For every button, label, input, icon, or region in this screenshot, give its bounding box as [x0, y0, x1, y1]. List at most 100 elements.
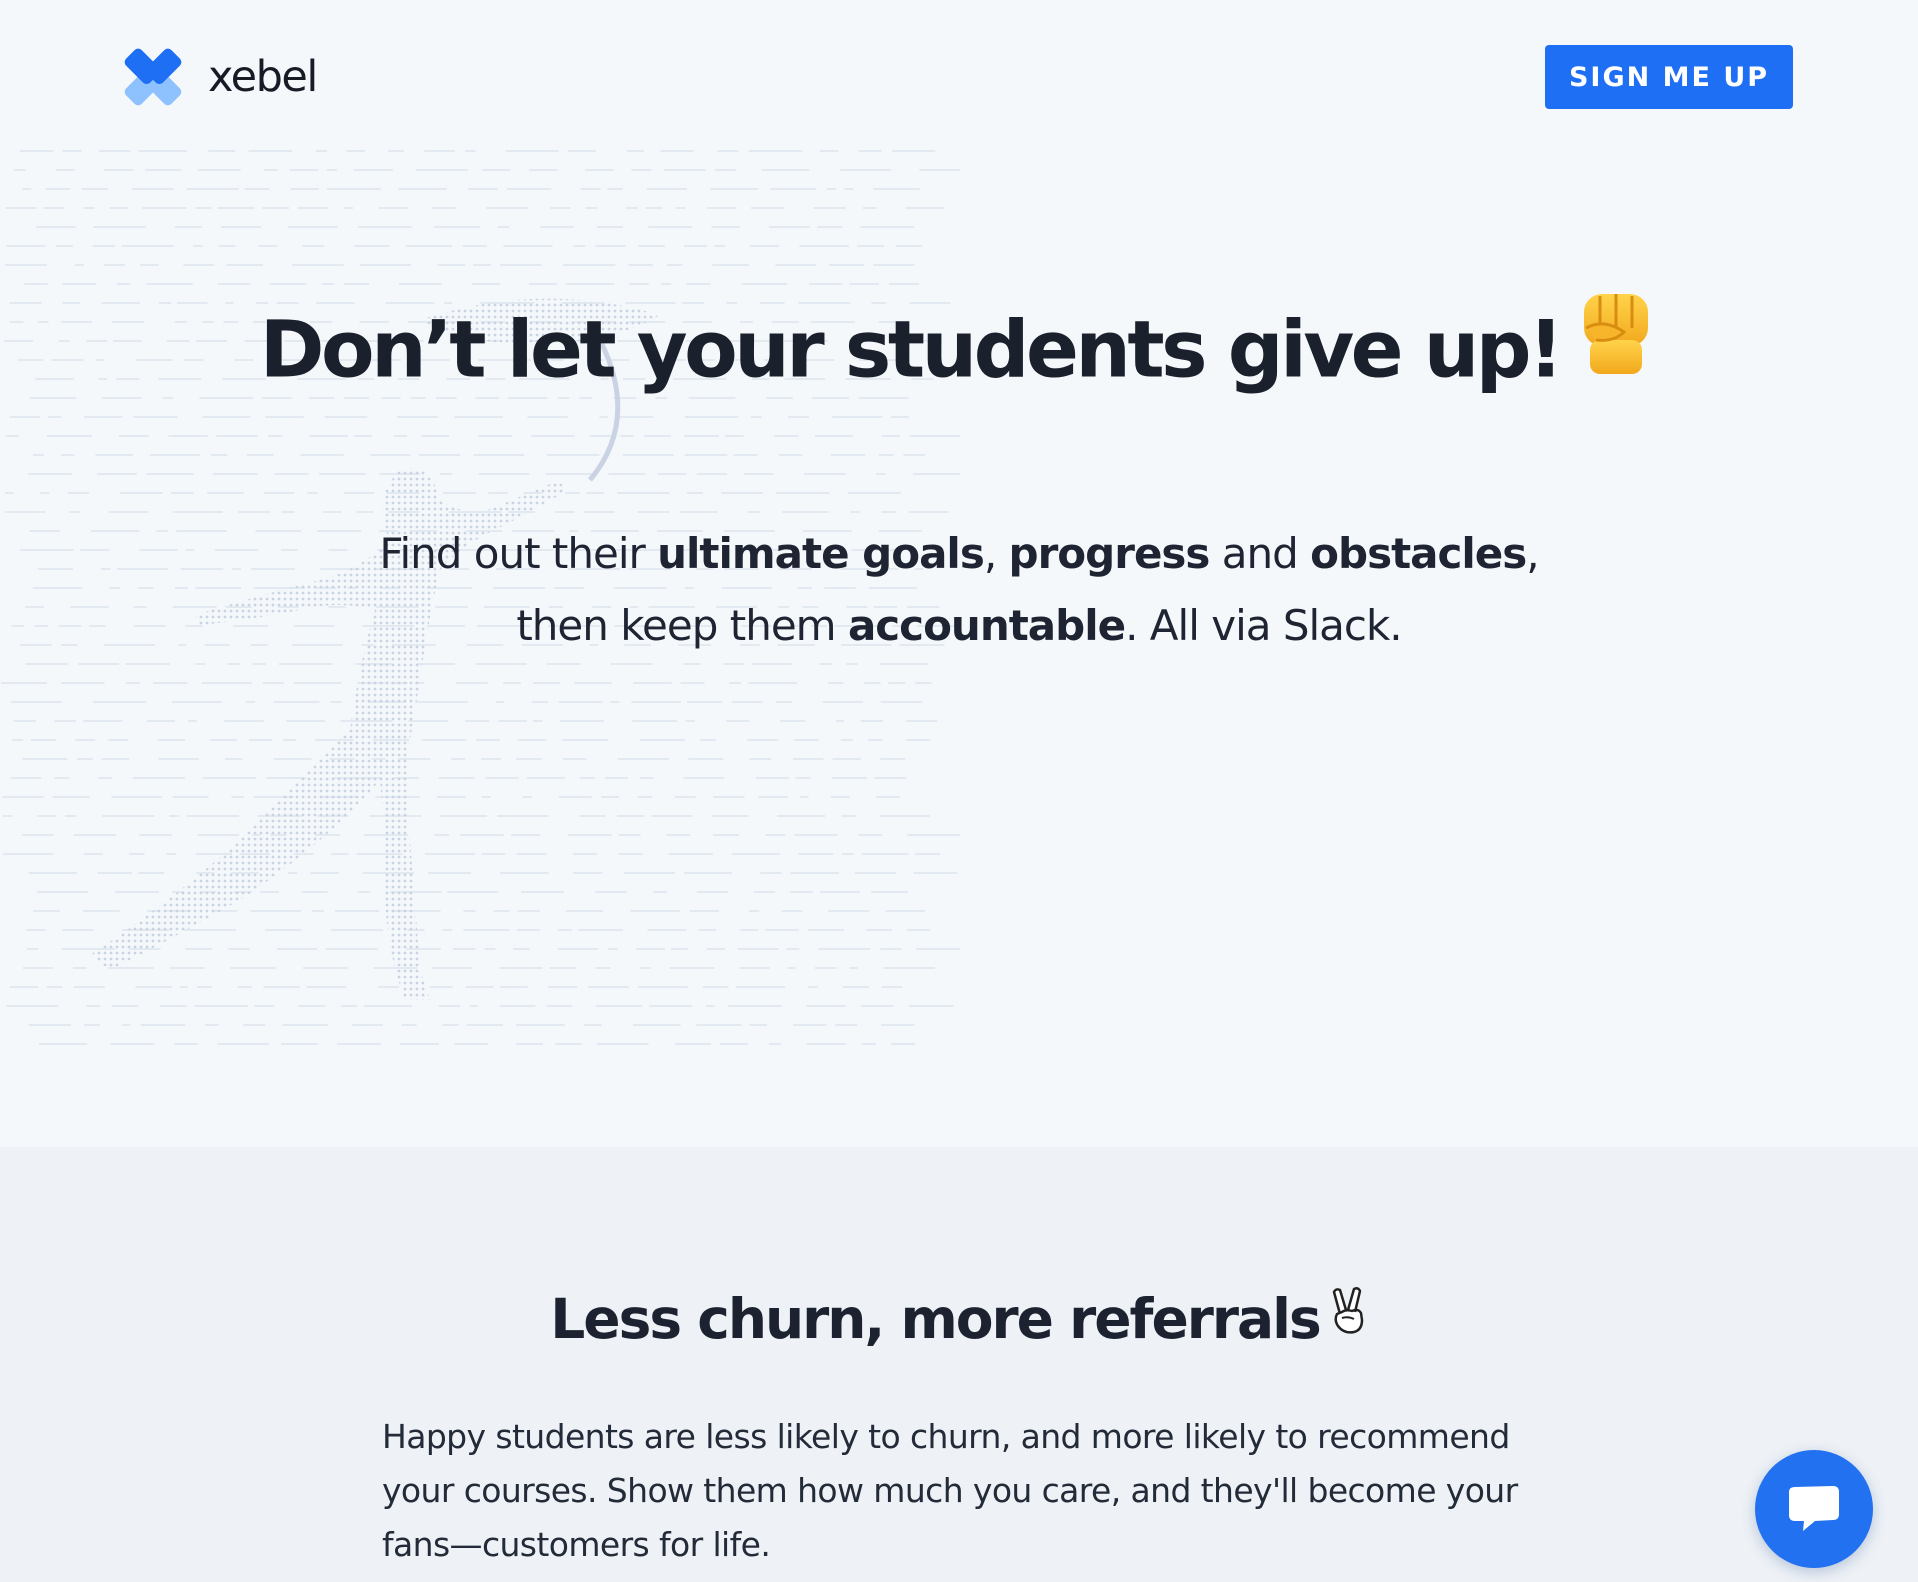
background-text-dash: [398, 188, 447, 190]
background-text-dash: [604, 777, 628, 779]
background-text-dash: [471, 283, 501, 285]
background-text-dash: [680, 511, 718, 513]
background-text-dash: [344, 207, 353, 209]
background-text-dash: [793, 1024, 826, 1026]
background-text-dash: [749, 758, 772, 760]
background-text-dash: [83, 853, 103, 855]
background-text-dash: [866, 929, 892, 931]
background-text-dash: [354, 245, 390, 247]
background-text-dash: [4, 511, 46, 513]
background-text-dash: [81, 188, 108, 190]
background-text-dash: [661, 283, 672, 285]
background-text-dash: [768, 1043, 782, 1045]
background-text-dash: [269, 283, 306, 285]
background-text-dash: [184, 929, 236, 931]
background-text-dash: [723, 663, 744, 665]
background-text-dash: [608, 473, 646, 475]
background-text-dash: [102, 815, 155, 817]
background-text-dash: [915, 682, 932, 684]
background-text-dash: [580, 188, 601, 190]
background-text-dash: [146, 473, 194, 475]
background-text-dash: [806, 1005, 846, 1007]
background-text-dash: [645, 207, 663, 209]
background-text-dash: [378, 986, 400, 988]
background-text-dash: [37, 891, 89, 893]
background-text-dash: [584, 511, 615, 513]
background-text-dash: [323, 511, 342, 513]
background-text-dash: [68, 511, 80, 513]
background-text-dash: [2, 796, 44, 798]
background-text-dash: [183, 264, 215, 266]
chat-widget-button[interactable]: [1755, 1450, 1873, 1568]
background-text-dash: [83, 207, 95, 209]
background-text-dash: [637, 511, 670, 513]
background-text-dash: [595, 1005, 643, 1007]
background-text-dash: [179, 986, 188, 988]
background-text-dash: [740, 929, 759, 931]
background-text-dash: [131, 188, 174, 190]
background-text-dash: [518, 910, 540, 912]
subhead-emphasis-accountable: accountable: [847, 601, 1126, 650]
background-text-dash: [781, 910, 803, 912]
background-text-dash: [311, 910, 324, 912]
background-text-dash: [586, 492, 605, 494]
sign-me-up-button[interactable]: SIGN ME UP: [1545, 45, 1793, 109]
background-text-dash: [726, 720, 750, 722]
background-text-dash: [195, 663, 205, 665]
background-text-dash: [121, 245, 174, 247]
background-text-dash: [427, 872, 472, 874]
background-text-dash: [84, 416, 123, 418]
subhead-emphasis-obstacles: obstacles: [1310, 529, 1527, 578]
background-text-dash: [883, 967, 936, 969]
background-text-dash: [787, 967, 796, 969]
background-text-dash: [9, 986, 39, 988]
background-text-dash: [558, 701, 603, 703]
background-text-dash: [878, 454, 894, 456]
background-text-dash: [559, 796, 592, 798]
background-text-dash: [306, 986, 347, 988]
background-text-dash: [596, 226, 623, 228]
background-text-dash: [573, 853, 597, 855]
background-text-dash: [193, 245, 203, 247]
background-text-dash: [761, 169, 810, 171]
background-text-dash: [353, 169, 393, 171]
background-text-dash: [171, 701, 222, 703]
background-text-dash: [62, 283, 96, 285]
background-text-dash: [303, 967, 348, 969]
background-text-dash: [62, 929, 94, 931]
background-text-dash: [618, 834, 641, 836]
background-text-dash: [617, 758, 669, 760]
background-text-dash: [846, 663, 858, 665]
background-text-dash: [331, 929, 384, 931]
background-text-dash: [879, 663, 928, 665]
background-text-dash: [438, 777, 475, 779]
background-text-dash: [497, 815, 549, 817]
brand-logo[interactable]: xebel: [120, 44, 318, 110]
background-text-dash: [298, 1005, 326, 1007]
background-text-dash: [562, 739, 609, 741]
background-text-dash: [286, 720, 326, 722]
background-text-dash: [172, 796, 209, 798]
subhead-emphasis-progress: progress: [1008, 529, 1211, 578]
background-text-dash: [729, 682, 741, 684]
background-text-dash: [808, 986, 818, 988]
background-text-dash: [434, 226, 481, 228]
background-text-dash: [463, 910, 476, 912]
background-text-dash: [778, 454, 803, 456]
background-text-dash: [54, 720, 76, 722]
background-text-dash: [22, 834, 54, 836]
background-text-dash: [794, 834, 838, 836]
background-text-dash: [33, 910, 61, 912]
background-text-dash: [516, 1024, 565, 1026]
background-text-dash: [595, 245, 626, 247]
background-text-dash: [676, 207, 686, 209]
background-text-dash: [325, 948, 378, 950]
site-header: xebel SIGN ME UP: [0, 0, 1918, 155]
background-text-dash: [335, 910, 380, 912]
background-text-dash: [640, 967, 652, 969]
background-text-dash: [43, 207, 65, 209]
background-text-dash: [610, 701, 620, 703]
background-text-dash: [26, 948, 39, 950]
background-text-dash: [438, 1005, 461, 1007]
background-text-dash: [696, 891, 728, 893]
